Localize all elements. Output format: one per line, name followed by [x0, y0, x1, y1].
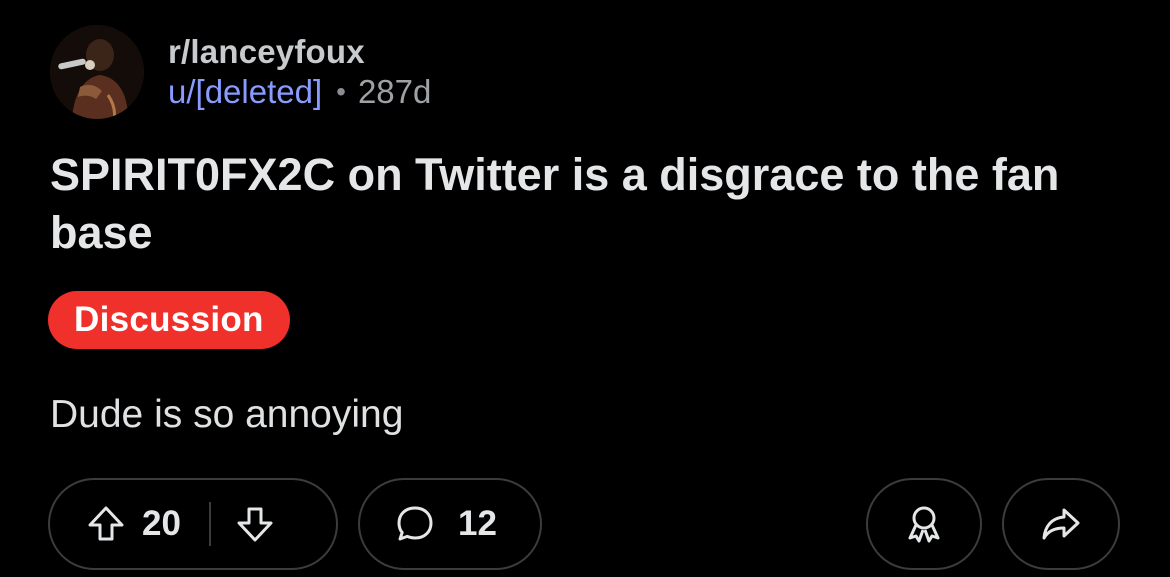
meta-separator: • — [336, 76, 346, 107]
award-ribbon-icon — [908, 506, 940, 543]
downvote-button[interactable] — [235, 504, 275, 544]
award-button[interactable] — [866, 478, 982, 570]
byline: u/[deleted] • 287d — [168, 72, 431, 112]
vote-bar: 20 — [48, 478, 338, 570]
vote-score: 20 — [142, 504, 181, 543]
subreddit-avatar[interactable] — [50, 25, 144, 119]
arrow-up-outline-icon — [88, 506, 124, 541]
speech-bubble-icon — [397, 506, 433, 541]
comment-icon-wrap — [394, 503, 436, 545]
avatar-image-icon — [50, 25, 144, 119]
vote-divider — [208, 502, 211, 546]
post-title[interactable]: SPIRIT0FX2C on Twitter is a disgrace to … — [50, 146, 1130, 262]
upvote-button[interactable] — [86, 504, 126, 544]
arrow-down-outline-icon — [237, 507, 273, 542]
subreddit-name[interactable]: r/lanceyfoux — [168, 32, 431, 72]
post-header: r/lanceyfoux u/[deleted] • 287d — [50, 24, 431, 120]
comment-count: 12 — [458, 504, 497, 543]
post-meta: r/lanceyfoux u/[deleted] • 287d — [168, 32, 431, 112]
share-button[interactable] — [1002, 478, 1120, 570]
author-username[interactable]: u/[deleted] — [168, 72, 322, 112]
post-body: Dude is so annoying — [50, 393, 404, 436]
share-arrow-icon — [1042, 508, 1080, 540]
post-age: 287d — [357, 73, 432, 110]
post-flair[interactable]: Discussion — [48, 291, 290, 349]
comments-button[interactable]: 12 — [358, 478, 542, 570]
